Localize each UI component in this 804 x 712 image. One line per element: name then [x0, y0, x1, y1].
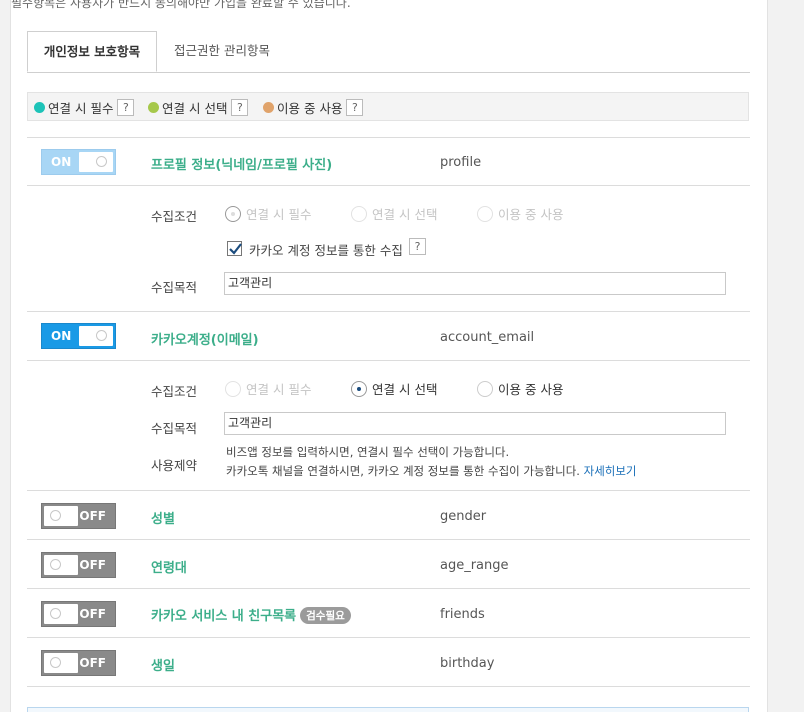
toggle-off-label: OFF — [79, 607, 106, 621]
tab-access-rights[interactable]: 접근권한 관리항목 — [161, 31, 283, 71]
toggle-on-label: ON — [51, 329, 72, 343]
profile-key: profile — [440, 155, 482, 170]
legend-optional: 연결 시 선택 ? — [148, 98, 249, 116]
divider — [27, 490, 750, 491]
condition-label: 수집조건 — [151, 209, 198, 224]
toggle-knob — [44, 506, 78, 526]
detail-link[interactable]: 자세히보기 — [584, 464, 637, 478]
profile-radio-on-use: 이용 중 사용 — [477, 204, 563, 223]
gender-toggle[interactable]: OFF — [41, 503, 116, 529]
toggle-off-label: OFF — [79, 509, 106, 523]
help-icon[interactable]: ? — [346, 98, 364, 116]
on-use-dot-icon — [263, 101, 274, 113]
friends-title: 카카오 서비스 내 친구목록 검수필요 — [151, 605, 351, 624]
condition-label: 수집조건 — [151, 384, 198, 399]
info-box — [27, 707, 749, 712]
email-radio-optional[interactable]: 연결 시 선택 — [351, 379, 437, 398]
toggle-knob — [44, 555, 78, 575]
divider — [27, 137, 750, 138]
help-icon[interactable]: ? — [231, 98, 249, 116]
legend-on-use: 이용 중 사용 ? — [263, 98, 364, 116]
birthday-title: 생일 — [151, 659, 175, 674]
restriction-line-2-text: 카카오톡 채널을 연결하시면, 카카오 계정 정보를 통한 수집이 가능합니다. — [226, 464, 580, 478]
purpose-label: 수집목적 — [151, 421, 198, 436]
help-icon[interactable]: ? — [117, 98, 135, 116]
email-title: 카카오계정(이메일) — [151, 333, 259, 348]
legend-required-label: 연결 시 필수 — [48, 100, 114, 116]
toggle-off-label: OFF — [79, 558, 106, 572]
tab-personal-info[interactable]: 개인정보 보호항목 — [27, 31, 157, 72]
email-toggle[interactable]: ON — [41, 323, 116, 349]
divider — [27, 539, 750, 540]
email-purpose-input[interactable]: 고객관리 — [224, 412, 726, 435]
kakao-account-collect-label: 카카오 계정 정보를 통한 수집 — [249, 243, 403, 258]
friends-title-text: 카카오 서비스 내 친구목록 — [151, 609, 297, 624]
divider — [27, 360, 750, 361]
age-range-key: age_range — [440, 558, 509, 573]
review-required-badge: 검수필요 — [300, 607, 351, 624]
gender-title: 성별 — [151, 512, 175, 527]
age-range-title: 연령대 — [151, 561, 187, 576]
legend-required: 연결 시 필수 ? — [34, 98, 135, 116]
birthday-key: birthday — [440, 656, 495, 671]
friends-toggle[interactable]: OFF — [41, 601, 116, 627]
gender-key: gender — [440, 509, 487, 524]
legend-optional-label: 연결 시 선택 — [162, 100, 228, 116]
restriction-line-1: 비즈앱 정보를 입력하시면, 연결시 필수 선택이 가능합니다. — [226, 445, 510, 459]
divider — [27, 588, 750, 589]
toggle-knob — [44, 604, 78, 624]
restriction-line-2: 카카오톡 채널을 연결하시면, 카카오 계정 정보를 통한 수집이 가능합니다.… — [226, 463, 637, 479]
toggle-knob — [44, 653, 78, 673]
consent-panel: 필수항목은 사용자가 반드시 동의해야만 가입을 완료할 수 있습니다. 개인정… — [10, 0, 768, 712]
legend-bar: 연결 시 필수 ? 연결 시 선택 ? 이용 중 사용 ? — [27, 92, 749, 121]
divider — [27, 686, 750, 687]
age-range-toggle[interactable]: OFF — [41, 552, 116, 578]
profile-toggle[interactable]: ON — [41, 149, 116, 175]
divider — [27, 311, 750, 312]
friends-key: friends — [440, 607, 485, 622]
help-icon[interactable]: ? — [409, 238, 426, 255]
toggle-on-label: ON — [51, 155, 72, 169]
toggle-knob — [79, 326, 113, 346]
profile-radio-required: 연결 시 필수 — [225, 204, 311, 223]
optional-dot-icon — [148, 101, 159, 113]
email-radio-required: 연결 시 필수 — [225, 379, 311, 398]
email-radio-on-use[interactable]: 이용 중 사용 — [477, 379, 563, 398]
purpose-label: 수집목적 — [151, 280, 198, 295]
legend-on-use-label: 이용 중 사용 — [277, 100, 343, 116]
notice-text: 필수항목은 사용자가 반드시 동의해야만 가입을 완료할 수 있습니다. — [11, 0, 351, 10]
kakao-account-collect-checkbox[interactable] — [227, 241, 242, 256]
divider — [27, 637, 750, 638]
profile-title: 프로필 정보(닉네임/프로필 사진) — [151, 158, 333, 173]
email-key: account_email — [440, 330, 535, 345]
restriction-label: 사용제약 — [151, 458, 198, 473]
toggle-off-label: OFF — [79, 656, 106, 670]
profile-radio-optional: 연결 시 선택 — [351, 204, 437, 223]
toggle-knob — [79, 152, 113, 172]
birthday-toggle[interactable]: OFF — [41, 650, 116, 676]
profile-purpose-input[interactable]: 고객관리 — [224, 272, 726, 295]
required-dot-icon — [34, 101, 45, 113]
tab-bar: 개인정보 보호항목 접근권한 관리항목 — [27, 31, 750, 73]
divider — [27, 185, 750, 186]
